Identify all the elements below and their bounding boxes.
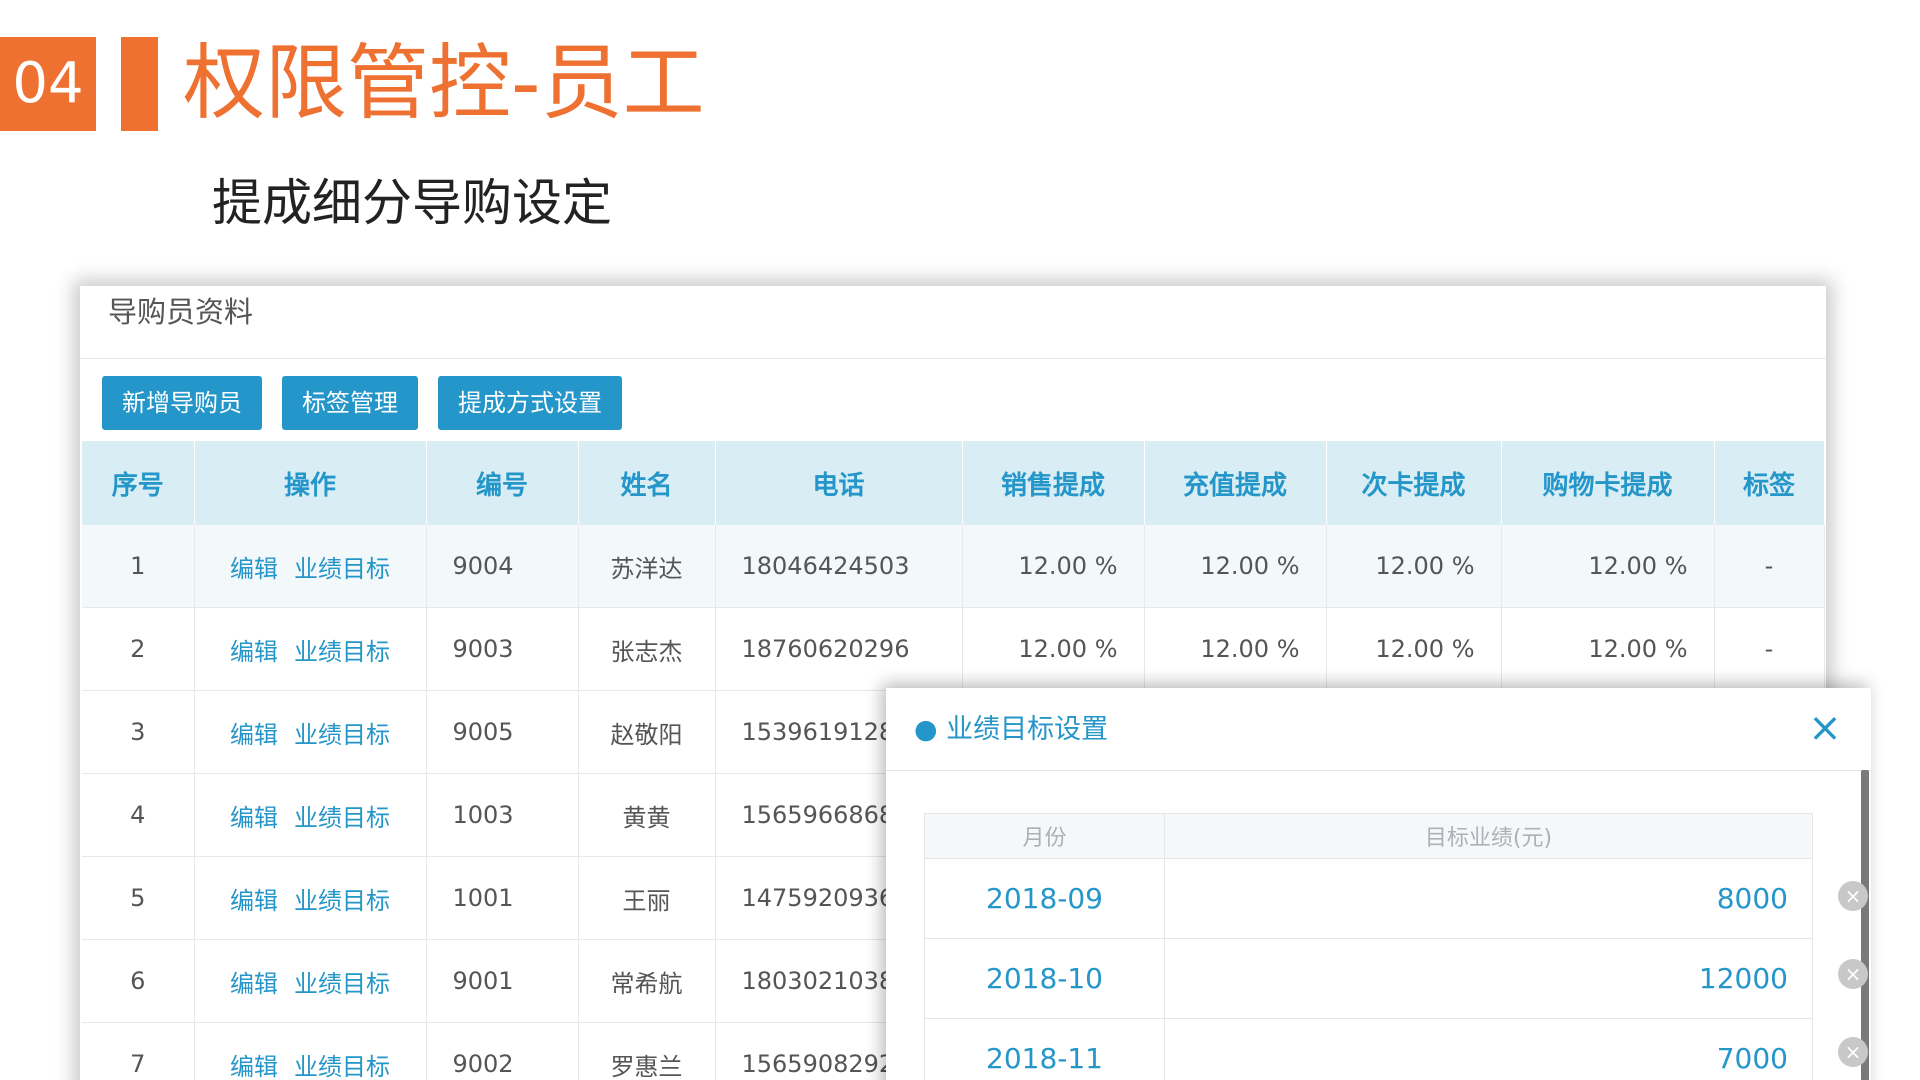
cell-sales-commission: 12.00 % bbox=[962, 607, 1145, 691]
section-number: 04 bbox=[0, 37, 96, 131]
cell-name: 黄黄 bbox=[578, 773, 716, 857]
cell-code: 9003 bbox=[426, 607, 579, 691]
cell-index: 6 bbox=[82, 939, 195, 1023]
target-row: 2018-11 7000 bbox=[924, 1018, 1813, 1080]
cell-recharge-commission: 12.00 % bbox=[1144, 525, 1327, 608]
modal-header: ● 业绩目标设置 × bbox=[886, 688, 1871, 771]
performance-target-link[interactable]: 业绩目标 bbox=[294, 1053, 390, 1080]
performance-target-link[interactable]: 业绩目标 bbox=[294, 970, 390, 998]
modal-title: ● 业绩目标设置 bbox=[914, 714, 1109, 745]
cell-code: 1001 bbox=[426, 856, 579, 940]
cell-index: 7 bbox=[82, 1022, 195, 1080]
commission-settings-button[interactable]: 提成方式设置 bbox=[438, 376, 622, 430]
cell-phone: 18760620296 bbox=[715, 607, 963, 691]
target-amount[interactable]: 7000 bbox=[1164, 1018, 1813, 1080]
cell-phone: 18046424503 bbox=[715, 525, 963, 608]
table-row: 2 编辑 业绩目标 9003 张志杰 18760620296 12.00 % 12… bbox=[82, 607, 1825, 691]
col-header-name: 姓名 bbox=[578, 441, 716, 525]
cell-index: 3 bbox=[82, 690, 195, 774]
cell-sales-commission: 12.00 % bbox=[962, 525, 1145, 608]
col-header-tag: 标签 bbox=[1714, 441, 1825, 525]
target-table: 月份 目标业绩(元) 2018-09 8000 2018-10 12000 20… bbox=[924, 813, 1813, 1080]
col-header-recharge-commission: 充值提成 bbox=[1144, 441, 1327, 525]
cell-code: 9004 bbox=[426, 525, 579, 608]
tag-management-button[interactable]: 标签管理 bbox=[282, 376, 418, 430]
table-row: 1 编辑 业绩目标 9004 苏洋达 18046424503 12.00 % 12… bbox=[82, 525, 1825, 608]
cell-actions: 编辑 业绩目标 bbox=[194, 607, 427, 691]
cell-code: 9001 bbox=[426, 939, 579, 1023]
edit-link[interactable]: 编辑 bbox=[230, 804, 278, 832]
panel-title: 导购员资料 bbox=[80, 286, 1826, 359]
add-guide-button[interactable]: 新增导购员 bbox=[102, 376, 262, 430]
cell-code: 9002 bbox=[426, 1022, 579, 1080]
cell-shopping-card-commission: 12.00 % bbox=[1501, 607, 1715, 691]
slide-title: 权限管控-员工 bbox=[183, 36, 705, 131]
modal-scrollbar[interactable] bbox=[1861, 770, 1869, 1080]
target-month[interactable]: 2018-11 bbox=[924, 1018, 1165, 1080]
cell-tag: - bbox=[1714, 607, 1825, 691]
delete-row-icon[interactable]: × bbox=[1838, 959, 1868, 989]
performance-target-link[interactable]: 业绩目标 bbox=[294, 638, 390, 666]
cell-actions: 编辑 业绩目标 bbox=[194, 773, 427, 857]
cell-actions: 编辑 业绩目标 bbox=[194, 856, 427, 940]
performance-target-link[interactable]: 业绩目标 bbox=[294, 804, 390, 832]
col-header-card-commission: 次卡提成 bbox=[1326, 441, 1502, 525]
col-header-month: 月份 bbox=[924, 813, 1165, 859]
performance-target-link[interactable]: 业绩目标 bbox=[294, 721, 390, 749]
table-header-row: 序号 操作 编号 姓名 电话 销售提成 充值提成 次卡提成 购物卡提成 标签 bbox=[82, 441, 1825, 525]
cell-actions: 编辑 业绩目标 bbox=[194, 525, 427, 608]
delete-row-icon[interactable]: × bbox=[1838, 881, 1868, 911]
cell-index: 1 bbox=[82, 525, 195, 608]
col-header-actions: 操作 bbox=[194, 441, 427, 525]
target-amount[interactable]: 12000 bbox=[1164, 938, 1813, 1019]
col-header-code: 编号 bbox=[426, 441, 579, 525]
performance-target-link[interactable]: 业绩目标 bbox=[294, 555, 390, 583]
cell-name: 王丽 bbox=[578, 856, 716, 940]
cell-actions: 编辑 业绩目标 bbox=[194, 690, 427, 774]
close-icon[interactable]: × bbox=[1803, 706, 1847, 750]
cell-actions: 编辑 业绩目标 bbox=[194, 939, 427, 1023]
edit-link[interactable]: 编辑 bbox=[230, 721, 278, 749]
cell-shopping-card-commission: 12.00 % bbox=[1501, 525, 1715, 608]
col-header-index: 序号 bbox=[82, 441, 195, 525]
cell-index: 4 bbox=[82, 773, 195, 857]
cell-code: 9005 bbox=[426, 690, 579, 774]
cell-card-commission: 12.00 % bbox=[1326, 607, 1502, 691]
col-header-target-amount: 目标业绩(元) bbox=[1164, 813, 1813, 859]
target-header-row: 月份 目标业绩(元) bbox=[924, 813, 1813, 859]
edit-link[interactable]: 编辑 bbox=[230, 1053, 278, 1080]
cell-index: 2 bbox=[82, 607, 195, 691]
cell-name: 罗惠兰 bbox=[578, 1022, 716, 1080]
target-month[interactable]: 2018-09 bbox=[924, 858, 1165, 939]
cell-name: 赵敬阳 bbox=[578, 690, 716, 774]
edit-link[interactable]: 编辑 bbox=[230, 887, 278, 915]
accent-bar bbox=[121, 37, 158, 131]
col-header-phone: 电话 bbox=[715, 441, 963, 525]
target-amount[interactable]: 8000 bbox=[1164, 858, 1813, 939]
cell-index: 5 bbox=[82, 856, 195, 940]
performance-target-modal: ● 业绩目标设置 × 月份 目标业绩(元) 2018-09 8000 2018-… bbox=[886, 688, 1871, 1080]
target-row: 2018-09 8000 bbox=[924, 858, 1813, 939]
edit-link[interactable]: 编辑 bbox=[230, 638, 278, 666]
slide: 04 权限管控-员工 提成细分导购设定 导购员资料 新增导购员 标签管理 提成方… bbox=[0, 0, 1920, 1080]
toolbar: 新增导购员 标签管理 提成方式设置 bbox=[102, 376, 622, 430]
col-header-sales-commission: 销售提成 bbox=[962, 441, 1145, 525]
cell-name: 张志杰 bbox=[578, 607, 716, 691]
cell-code: 1003 bbox=[426, 773, 579, 857]
target-row: 2018-10 12000 bbox=[924, 938, 1813, 1019]
performance-target-link[interactable]: 业绩目标 bbox=[294, 887, 390, 915]
cell-card-commission: 12.00 % bbox=[1326, 525, 1502, 608]
col-header-shopping-card-commission: 购物卡提成 bbox=[1501, 441, 1715, 525]
cell-name: 苏洋达 bbox=[578, 525, 716, 608]
delete-row-icon[interactable]: × bbox=[1838, 1037, 1868, 1067]
edit-link[interactable]: 编辑 bbox=[230, 555, 278, 583]
edit-link[interactable]: 编辑 bbox=[230, 970, 278, 998]
cell-recharge-commission: 12.00 % bbox=[1144, 607, 1327, 691]
target-month[interactable]: 2018-10 bbox=[924, 938, 1165, 1019]
cell-tag: - bbox=[1714, 525, 1825, 608]
cell-name: 常希航 bbox=[578, 939, 716, 1023]
cell-actions: 编辑 业绩目标 bbox=[194, 1022, 427, 1080]
slide-subtitle: 提成细分导购设定 bbox=[212, 174, 612, 232]
